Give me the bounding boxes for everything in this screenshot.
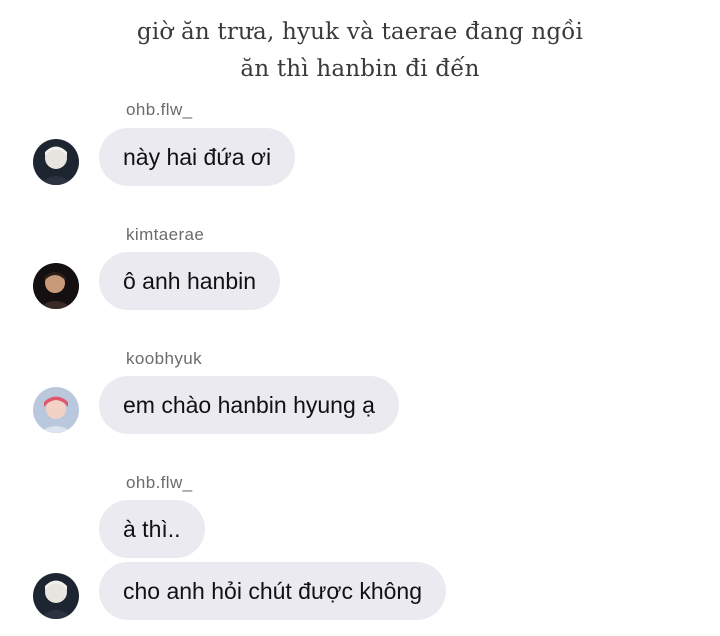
sender-username[interactable]: ohb.flw_ bbox=[126, 473, 193, 493]
sender-username[interactable]: ohb.flw_ bbox=[126, 100, 193, 120]
message-bubble[interactable]: em chào hanbin hyung ạ bbox=[99, 376, 399, 434]
profile-photo-icon bbox=[33, 573, 79, 619]
message-bubble[interactable]: cho anh hỏi chút được không bbox=[99, 562, 447, 620]
avatar[interactable] bbox=[33, 573, 79, 619]
profile-photo-icon bbox=[33, 263, 79, 309]
avatar[interactable] bbox=[33, 139, 79, 185]
avatar[interactable] bbox=[33, 387, 79, 433]
sender-username[interactable]: koobhyuk bbox=[126, 349, 202, 369]
profile-photo-icon bbox=[33, 387, 79, 433]
profile-photo-icon bbox=[33, 139, 79, 185]
narration-line-2: ăn thì hanbin đi đến bbox=[240, 56, 480, 82]
message-bubble[interactable]: này hai đứa ơi bbox=[99, 128, 296, 186]
message-bubble[interactable]: à thì.. bbox=[99, 500, 205, 558]
avatar[interactable] bbox=[33, 263, 79, 309]
narration-text: giờ ăn trưa, hyuk và taerae đang ngồi ăn… bbox=[0, 14, 720, 88]
narration-line-1: giờ ăn trưa, hyuk và taerae đang ngồi bbox=[136, 19, 584, 45]
sender-username[interactable]: kimtaerae bbox=[126, 225, 204, 245]
message-bubble[interactable]: ô anh hanbin bbox=[99, 252, 281, 310]
